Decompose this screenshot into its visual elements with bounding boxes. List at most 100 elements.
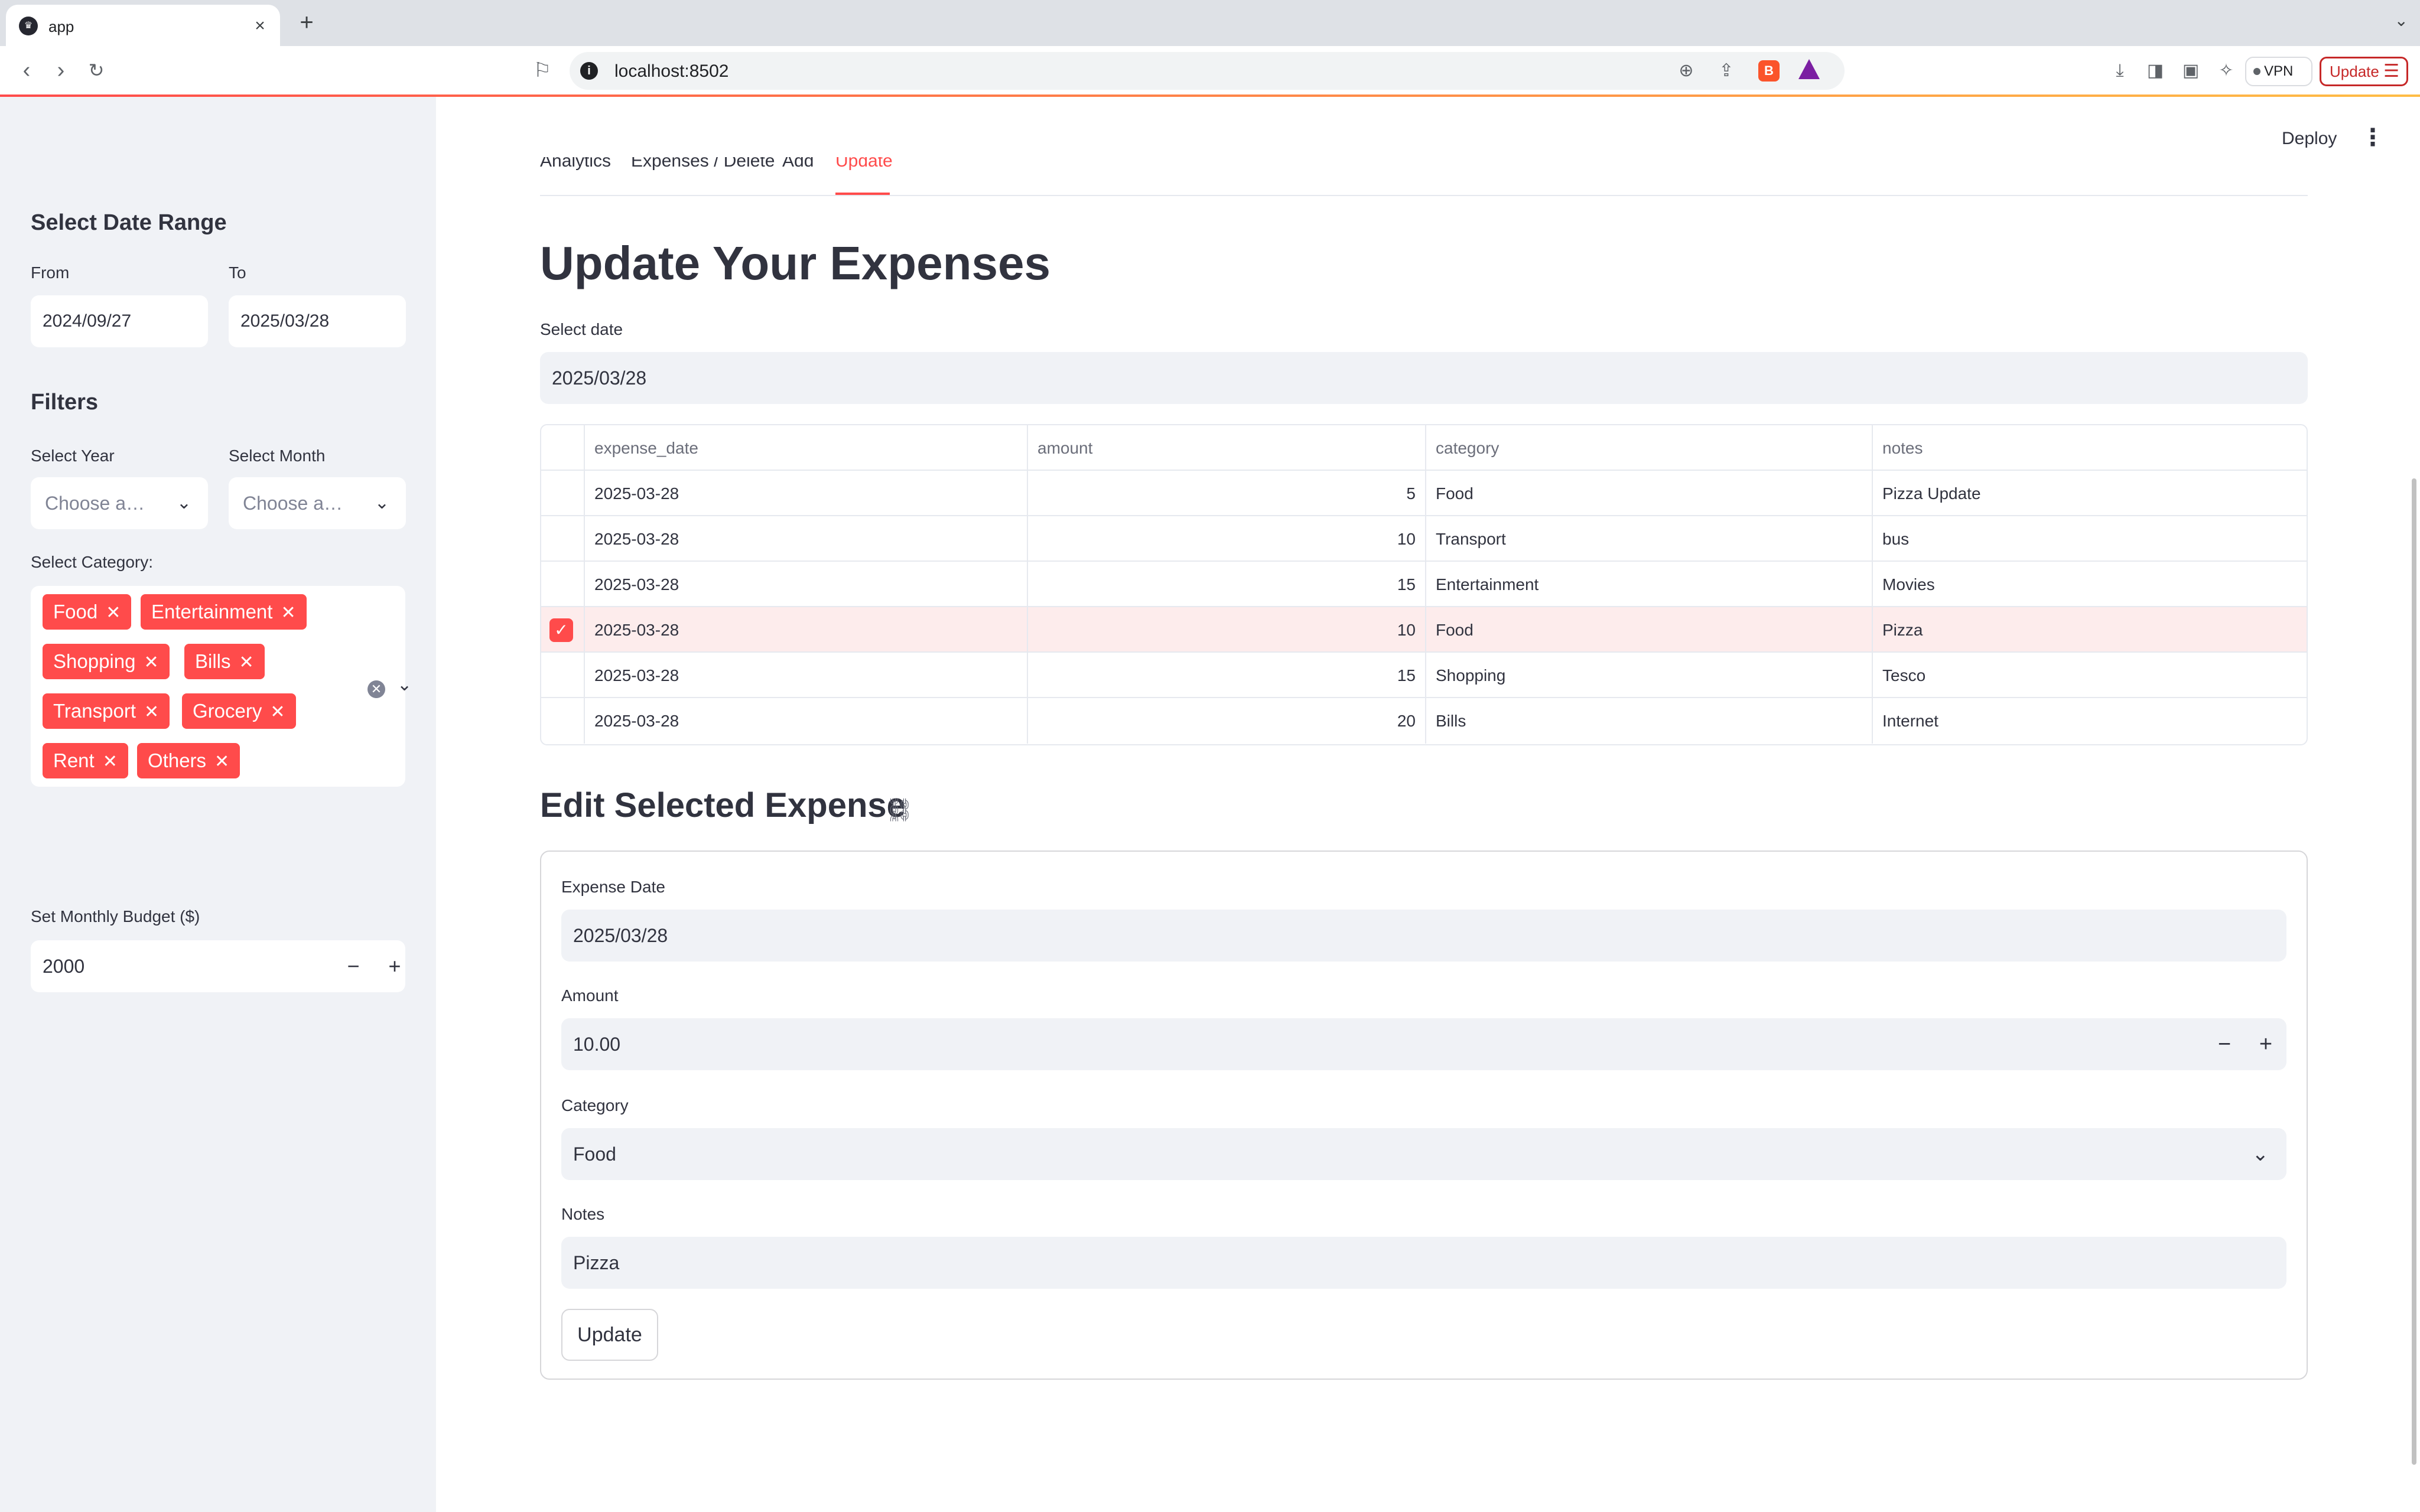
table-row[interactable]: 2025-03-28 10 Transport bus bbox=[541, 516, 2307, 562]
table-cell[interactable]: 2025-03-28 bbox=[585, 607, 1028, 653]
remove-chip-icon[interactable]: ✕ bbox=[103, 752, 118, 771]
column-header[interactable]: notes bbox=[1873, 425, 2307, 471]
table-cell[interactable]: Internet bbox=[1873, 698, 2307, 744]
table-cell[interactable]: 10 bbox=[1028, 516, 1426, 562]
month-select[interactable]: Choose a… ⌄ bbox=[229, 477, 406, 529]
table-cell[interactable]: 2025-03-28 bbox=[585, 516, 1028, 562]
brave-shields-icon[interactable]: B bbox=[1758, 60, 1780, 82]
tab-expenses-delete[interactable]: Expenses / Delete bbox=[631, 157, 775, 171]
year-select[interactable]: Choose a… ⌄ bbox=[31, 477, 208, 529]
table-cell[interactable]: Pizza bbox=[1873, 607, 2307, 653]
scrollbar[interactable] bbox=[2412, 478, 2416, 1465]
table-cell[interactable]: Tesco bbox=[1873, 653, 2307, 698]
tab-list-chevron-icon[interactable]: ⌄ bbox=[2395, 11, 2408, 30]
budget-number-input[interactable]: 2000 − + bbox=[31, 940, 405, 992]
remove-chip-icon[interactable]: ✕ bbox=[144, 702, 159, 722]
row-select-cell[interactable] bbox=[541, 471, 585, 516]
category-chip-grocery[interactable]: Grocery ✕ bbox=[182, 693, 296, 729]
browser-update-button[interactable]: Update ☰ bbox=[2320, 57, 2408, 86]
table-cell[interactable]: Movies bbox=[1873, 562, 2307, 607]
category-chip-rent[interactable]: Rent ✕ bbox=[43, 743, 128, 778]
table-cell[interactable]: Food bbox=[1426, 471, 1873, 516]
column-header[interactable]: expense_date bbox=[585, 425, 1028, 471]
select-date-input[interactable]: 2025/03/28 bbox=[540, 352, 2308, 404]
expense-date-input[interactable]: 2025/03/28 bbox=[561, 910, 2286, 962]
row-select-cell[interactable] bbox=[541, 698, 585, 744]
table-row[interactable]: 2025-03-28 15 Shopping Tesco bbox=[541, 653, 2307, 698]
table-cell[interactable]: Bills bbox=[1426, 698, 1873, 744]
remove-chip-icon[interactable]: ✕ bbox=[281, 603, 295, 623]
table-row[interactable]: 2025-03-28 20 Bills Internet bbox=[541, 698, 2307, 744]
more-options-icon[interactable]: ⋮ bbox=[2361, 124, 2385, 151]
reload-icon[interactable]: ↻ bbox=[83, 57, 110, 84]
new-tab-button[interactable]: + bbox=[293, 9, 320, 37]
decrement-button[interactable]: − bbox=[2204, 1018, 2245, 1070]
table-cell[interactable]: Transport bbox=[1426, 516, 1873, 562]
category-chip-bills[interactable]: Bills ✕ bbox=[184, 644, 265, 679]
amount-number-input[interactable]: 10.00 − + bbox=[561, 1018, 2286, 1070]
row-select-cell[interactable] bbox=[541, 562, 585, 607]
column-header[interactable]: amount bbox=[1028, 425, 1426, 471]
forward-arrow-icon[interactable]: › bbox=[47, 57, 74, 84]
address-bar[interactable]: i localhost:8502 ⊕ ⇪ B bbox=[570, 52, 1845, 90]
remove-chip-icon[interactable]: ✕ bbox=[270, 702, 285, 722]
category-multiselect[interactable]: Food ✕ Entertainment ✕ Shopping ✕ Bills ✕ Tr… bbox=[31, 586, 412, 787]
table-cell[interactable]: 15 bbox=[1028, 653, 1426, 698]
tab-add[interactable]: Add bbox=[782, 157, 814, 171]
clear-all-icon[interactable]: ✕ bbox=[367, 680, 385, 698]
leo-ai-icon[interactable]: ✧ bbox=[2214, 59, 2238, 83]
decrement-button[interactable]: − bbox=[336, 940, 371, 992]
table-cell[interactable]: Entertainment bbox=[1426, 562, 1873, 607]
table-cell[interactable]: Shopping bbox=[1426, 653, 1873, 698]
chevron-down-icon[interactable]: ⌄ bbox=[397, 674, 412, 695]
back-arrow-icon[interactable]: ‹ bbox=[13, 57, 40, 84]
remove-chip-icon[interactable]: ✕ bbox=[144, 653, 158, 672]
wallet-icon[interactable]: ▣ bbox=[2179, 59, 2203, 83]
table-cell[interactable]: Pizza Update bbox=[1873, 471, 2307, 516]
remove-chip-icon[interactable]: ✕ bbox=[214, 752, 229, 771]
downloads-icon[interactable]: ⤓ bbox=[2108, 59, 2132, 83]
site-info-icon[interactable]: i bbox=[580, 62, 598, 80]
bookmark-icon[interactable]: ⚐ bbox=[531, 57, 554, 84]
table-cell[interactable]: 2025-03-28 bbox=[585, 562, 1028, 607]
increment-button[interactable]: + bbox=[2245, 1018, 2286, 1070]
browser-tab[interactable]: ♛ app × bbox=[6, 5, 280, 46]
table-cell[interactable]: Food bbox=[1426, 607, 1873, 653]
brave-rewards-icon[interactable] bbox=[1798, 59, 1820, 79]
table-cell[interactable]: 20 bbox=[1028, 698, 1426, 744]
row-select-cell[interactable] bbox=[541, 516, 585, 562]
to-date-input[interactable]: 2025/03/28 bbox=[229, 295, 406, 347]
category-chip-others[interactable]: Others ✕ bbox=[137, 743, 240, 778]
amount-value[interactable]: 10.00 bbox=[573, 1034, 620, 1055]
table-row-selected[interactable]: ✓ 2025-03-28 10 Food Pizza bbox=[541, 607, 2307, 653]
table-row[interactable]: 2025-03-28 5 Food Pizza Update bbox=[541, 471, 2307, 516]
from-date-input[interactable]: 2024/09/27 bbox=[31, 295, 208, 347]
table-cell[interactable]: bus bbox=[1873, 516, 2307, 562]
row-select-cell[interactable]: ✓ bbox=[541, 607, 585, 653]
anchor-link-icon[interactable]: ⛓ bbox=[885, 797, 913, 823]
remove-chip-icon[interactable]: ✕ bbox=[106, 603, 121, 623]
category-chip-entertainment[interactable]: Entertainment ✕ bbox=[141, 594, 307, 630]
budget-value[interactable]: 2000 bbox=[43, 940, 84, 992]
category-chip-food[interactable]: Food ✕ bbox=[43, 594, 132, 630]
category-chip-shopping[interactable]: Shopping ✕ bbox=[43, 644, 170, 679]
table-cell[interactable]: 2025-03-28 bbox=[585, 698, 1028, 744]
close-tab-icon[interactable]: × bbox=[248, 14, 272, 38]
increment-button[interactable]: + bbox=[377, 940, 412, 992]
zoom-icon[interactable]: ⊕ bbox=[1674, 59, 1698, 83]
deploy-button[interactable]: Deploy bbox=[2282, 129, 2337, 149]
notes-input[interactable]: Pizza bbox=[561, 1237, 2286, 1289]
table-row[interactable]: 2025-03-28 15 Entertainment Movies bbox=[541, 562, 2307, 607]
share-icon[interactable]: ⇪ bbox=[1715, 59, 1738, 83]
remove-chip-icon[interactable]: ✕ bbox=[239, 653, 254, 672]
table-cell[interactable]: 10 bbox=[1028, 607, 1426, 653]
tab-analytics[interactable]: Analytics bbox=[540, 157, 611, 171]
checkbox-checked-icon[interactable]: ✓ bbox=[549, 618, 573, 642]
row-select-cell[interactable] bbox=[541, 653, 585, 698]
vpn-button[interactable]: VPN bbox=[2245, 57, 2312, 86]
sidebar-toggle-icon[interactable]: ◨ bbox=[2143, 59, 2167, 83]
category-chip-transport[interactable]: Transport ✕ bbox=[43, 693, 170, 729]
column-header[interactable]: category bbox=[1426, 425, 1873, 471]
tab-update[interactable]: Update bbox=[835, 157, 893, 171]
table-cell[interactable]: 2025-03-28 bbox=[585, 471, 1028, 516]
